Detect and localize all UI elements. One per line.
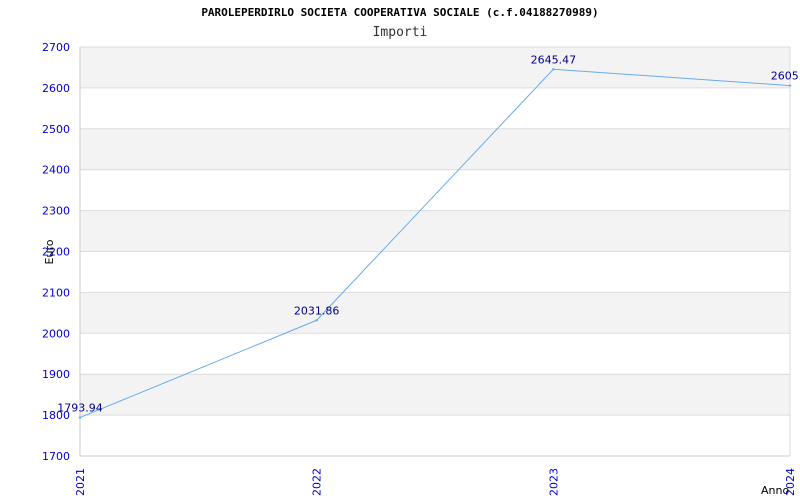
y-tick-label: 2500 [42,123,70,136]
x-tick-label: 2021 [74,468,87,496]
data-label: 2645.47 [531,53,577,66]
line-chart: 1700180019002000210022002300240025002600… [42,41,800,497]
y-tick-label: 2100 [42,286,70,299]
y-tick-label: 2600 [42,82,70,95]
y-tick-label: 2000 [42,327,70,340]
data-point [552,68,555,71]
data-point [788,84,792,87]
y-axis-label: Euro [43,239,56,264]
x-axis-label: Anno [761,484,789,497]
grid-band [80,374,790,416]
grid-band [80,292,790,334]
x-tick-label: 2023 [547,468,560,496]
y-tick-label: 1700 [42,450,70,463]
data-label: 2605.6 [771,70,800,83]
x-tick-label: 2022 [311,468,324,496]
y-tick-label: 1900 [42,368,70,381]
grid-band [80,210,790,252]
y-tick-label: 2300 [42,205,70,218]
data-point [315,319,318,322]
data-label: 2031.86 [294,304,340,317]
data-label: 1793.94 [57,402,103,415]
grid-band [80,128,790,170]
y-tick-label: 2700 [42,41,70,54]
data-point [78,416,82,419]
grid-band [80,47,790,88]
y-tick-label: 2400 [42,164,70,177]
